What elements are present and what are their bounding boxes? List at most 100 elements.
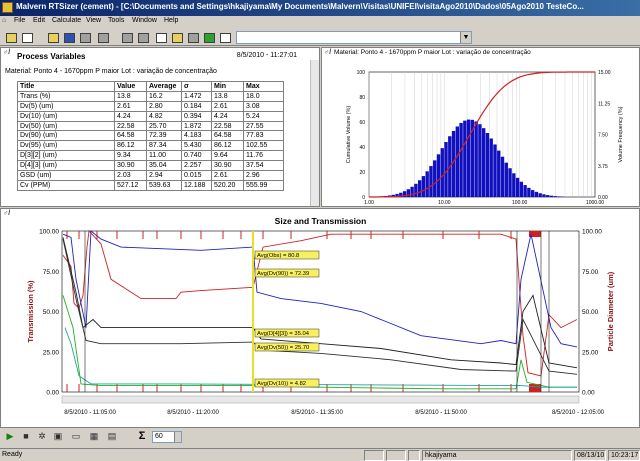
column-header[interactable]: Title: [17, 81, 115, 92]
table-cell: 9.34: [114, 150, 147, 162]
grid-icon[interactable]: ▦: [88, 431, 100, 442]
sigma-icon: Σ: [138, 430, 146, 442]
table-row[interactable]: Dv(90) (um) 64.58 72.39 4.183 64.58 77.83: [17, 130, 284, 142]
table-cell: 0.184: [181, 100, 212, 112]
table-cell: Dv(50) (um): [17, 120, 115, 132]
save-icon[interactable]: [62, 31, 75, 43]
table-row[interactable]: Dv(95) (um) 86.12 87.34 5.430 86.12 102.55: [17, 140, 284, 152]
page-icon[interactable]: [218, 31, 231, 43]
table-cell: Dv(5) (um): [17, 100, 115, 112]
table-row[interactable]: D[3][2] (um) 9.34 11.00 0.740 9.64 11.76: [17, 150, 284, 162]
table-cell: 2.94: [146, 170, 182, 181]
table-cell: 87.34: [146, 140, 182, 152]
table-cell: 2.96: [243, 170, 284, 181]
cut-icon[interactable]: [120, 31, 133, 43]
folder-icon[interactable]: [46, 31, 59, 43]
report-icon[interactable]: [170, 31, 183, 43]
y2-tick-label: 15.00: [598, 70, 611, 76]
histogram-bar: [414, 183, 418, 197]
table-cell: 5.24: [243, 110, 284, 122]
table-row[interactable]: Cv (PPM) 527.12 539.63 12.188 520.20 555.99: [17, 179, 284, 191]
x-tick-label: 1000.00: [586, 200, 604, 206]
histogram-bar: [515, 177, 520, 197]
column-header[interactable]: Average: [146, 81, 182, 92]
table-cell: 11.76: [243, 150, 284, 162]
histogram-bar: [489, 138, 493, 197]
print-icon[interactable]: [78, 31, 91, 43]
status-text: Ready: [2, 451, 23, 458]
table-cell: 520.20: [211, 179, 244, 191]
status-cell: [364, 450, 384, 461]
average-count-spinner[interactable]: 60: [152, 431, 182, 443]
spinner-arrows-icon[interactable]: [174, 432, 181, 442]
copy-icon[interactable]: [96, 31, 109, 43]
table-cell: 2.80: [146, 100, 182, 112]
column-header[interactable]: Max: [243, 81, 284, 92]
y-tick-label: 25.00: [43, 349, 60, 356]
histogram-bar: [519, 181, 524, 197]
menu-file[interactable]: File: [14, 17, 25, 24]
histogram-bar: [553, 196, 557, 197]
table-cell: 555.99: [243, 179, 284, 191]
histogram-bar: [459, 122, 463, 197]
table-cell: 2.257: [181, 160, 212, 172]
menu-view[interactable]: View: [86, 17, 101, 24]
new-icon[interactable]: [20, 31, 33, 43]
status-cell: [386, 450, 406, 461]
table-cell: Dv(10) (um): [17, 110, 115, 122]
table-header-row: Title Value Average σ Min Max: [17, 81, 284, 92]
plot-area: [61, 230, 580, 393]
table-cell: 64.58: [114, 130, 147, 142]
table-cell: 0.740: [181, 150, 212, 162]
y-tick-label: 0.00: [46, 390, 59, 397]
camera-icon[interactable]: ▣: [52, 431, 64, 442]
y2-tick-label: 3.75: [598, 164, 608, 170]
table-cell: 4.183: [181, 130, 212, 142]
profile-combo[interactable]: ▼: [236, 31, 472, 44]
table-row[interactable]: Dv(50) (um) 22.58 25.70 1.872 22.58 27.55: [17, 120, 284, 132]
annotation-label: Avg(Dv(10)) = 4.82: [254, 378, 320, 388]
table-row[interactable]: D[4][3] (um) 30.90 35.04 2.257 30.90 37.54: [17, 160, 284, 172]
menu-edit[interactable]: Edit: [33, 17, 45, 24]
window-icon[interactable]: [154, 31, 167, 43]
column-header[interactable]: σ: [181, 81, 212, 92]
table-cell: 13.8: [211, 90, 244, 102]
menu-calculate[interactable]: Calculate: [52, 17, 81, 24]
column-header[interactable]: Value: [114, 81, 147, 92]
x-tick-label: 8/5/2010 - 11:05:00: [64, 410, 116, 416]
menu-tools[interactable]: Tools: [108, 17, 124, 24]
tape-icon[interactable]: ▭: [70, 431, 82, 442]
annotation-text: Avg(Dv(50)) = 25.70: [257, 345, 309, 351]
play-icon[interactable]: ▶: [4, 431, 16, 442]
table-row[interactable]: Trans (%) 13.8 16.2 1.472 13.8 18.0: [17, 90, 284, 102]
record-icon[interactable]: ✲: [36, 431, 48, 442]
table-row[interactable]: Dv(5) (um) 2.61 2.80 0.184 2.61 3.08: [17, 100, 284, 112]
doc-menu-icon[interactable]: ⌂: [2, 17, 6, 24]
table-row[interactable]: GSD (um) 2.03 2.94 0.015 2.61 2.96: [17, 170, 284, 181]
histogram-bar: [482, 128, 486, 197]
menu-window[interactable]: Window: [132, 17, 157, 24]
y2-tick-label: 100.00: [582, 229, 602, 236]
open-icon[interactable]: [4, 31, 17, 43]
table-cell: Cv (PPM): [17, 179, 115, 191]
y-tick-label: 75.00: [43, 269, 60, 276]
chevron-down-icon[interactable]: ▼: [460, 32, 471, 43]
table-cell: 11.00: [146, 150, 182, 162]
y-tick-label: 100.00: [39, 229, 59, 236]
stop-icon[interactable]: ■: [20, 431, 32, 442]
menu-help[interactable]: Help: [164, 17, 178, 24]
table-cell: 86.12: [211, 140, 244, 152]
settings-icon[interactable]: [202, 31, 215, 43]
vertical-scrollbar[interactable]: [310, 60, 319, 206]
table-cell: 102.55: [243, 140, 284, 152]
graph-icon[interactable]: ▤: [106, 431, 118, 442]
psd-chart: 10080604020015.0011.257.503.750.001.00 10…: [346, 70, 624, 206]
histogram-bar: [466, 119, 471, 197]
table-row[interactable]: Dv(10) (um) 4.24 4.82 0.394 4.24 5.24: [17, 110, 284, 122]
table-cell: Trans (%): [17, 90, 115, 102]
delete-icon[interactable]: [136, 31, 149, 43]
column-header[interactable]: Min: [211, 81, 244, 92]
average-count-value: 60: [155, 433, 163, 440]
y2-axis-label: Particle Diameter (um): [606, 271, 615, 351]
export-icon[interactable]: [186, 31, 199, 43]
